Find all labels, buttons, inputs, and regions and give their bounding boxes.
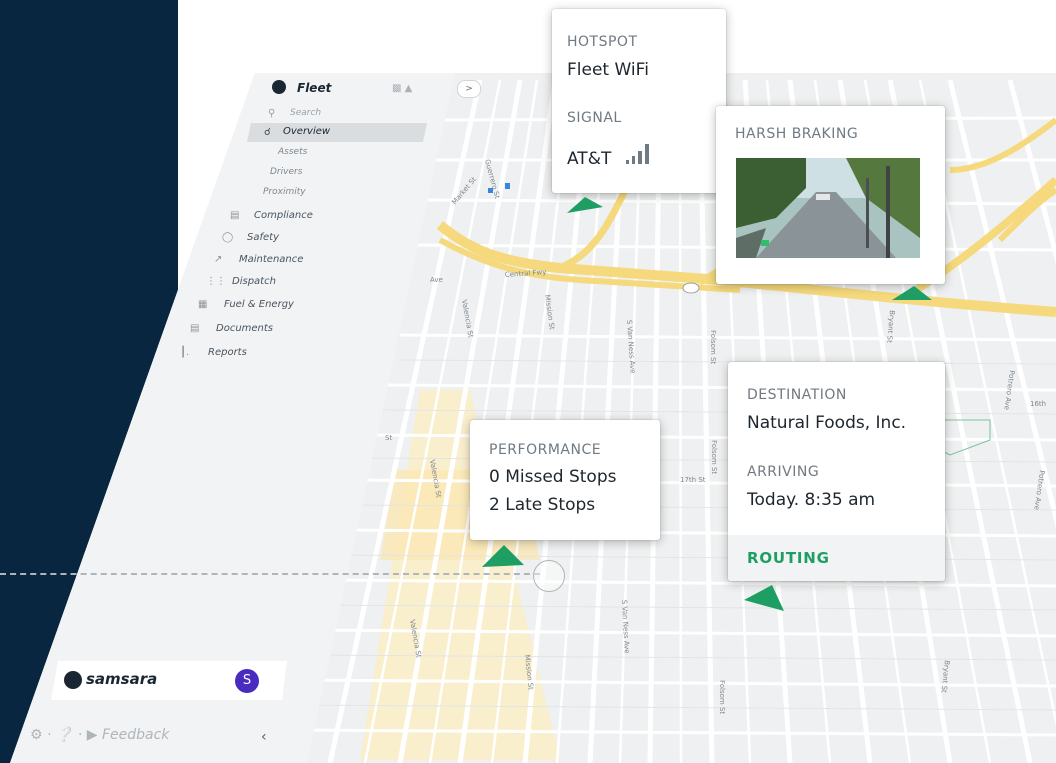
search-icon[interactable]: ⚲ [268,108,275,119]
hotspot-value: Fleet WiFi [567,60,649,80]
svg-text:Folsom St: Folsom St [718,680,726,714]
sidebar-item-overview[interactable]: Overview [283,126,330,137]
search-input[interactable]: Search [290,108,321,118]
destination-label: DESTINATION [747,387,847,403]
vehicle-pin-icon[interactable] [890,284,934,304]
sidebar-item-maintenance[interactable]: Maintenance [239,254,303,265]
vehicle-pin-icon[interactable] [742,583,788,613]
svg-text:Ave: Ave [430,276,443,284]
destination-value: Natural Foods, Inc. [747,413,907,433]
document-icon: ▤ [190,323,200,334]
svg-text:16th: 16th [1030,400,1046,408]
performance-popup[interactable]: PERFORMANCE 0 Missed Stops 2 Late Stops [470,420,660,540]
feedback-link[interactable]: Feedback [102,727,169,743]
connector-line [0,573,540,575]
late-stops-value: 2 Late Stops [489,495,596,515]
harsh-braking-label: HARSH BRAKING [735,126,859,142]
svg-text:Folsom St: Folsom St [710,440,718,474]
arriving-value: Today. 8:35 am [747,490,876,510]
expand-icon[interactable]: > [457,80,481,98]
sidebar-item-documents[interactable]: Documents [216,323,273,334]
sidebar-title: Fleet [297,81,332,95]
hotspot-popup[interactable]: HOTSPOT Fleet WiFi SIGNAL AT&T [552,9,726,193]
location-ring [533,560,565,592]
arriving-label: ARRIVING [747,464,820,480]
samsara-logo-icon [272,80,286,94]
svg-text:17th St: 17th St [680,476,706,484]
performance-label: PERFORMANCE [489,442,602,458]
shield-icon: ◯ [222,232,234,243]
gear-icon[interactable]: ⚙ [30,727,43,743]
wrench-icon: ↗ [214,254,223,265]
svg-text:St: St [385,434,392,442]
samsara-brand-icon [64,671,82,689]
sidebar-item-assets[interactable]: Assets [278,147,307,157]
help-icon[interactable]: ❔ [56,727,73,743]
avatar[interactable]: S [235,669,259,693]
vehicle-pin-icon[interactable] [565,195,605,215]
sidebar-item-drivers[interactable]: Drivers [270,167,302,177]
vehicle-pin-icon[interactable] [480,543,526,569]
signal-label: SIGNAL [567,110,622,126]
signal-bars-icon [626,144,649,164]
sidebar-item-safety[interactable]: Safety [247,232,279,243]
brand-name: samsara [86,670,158,688]
sidebar-item-proximity[interactable]: Proximity [263,187,306,197]
compliance-icon: ▤ [230,210,240,221]
dashcam-image[interactable] [736,158,920,258]
missed-stops-value: 0 Missed Stops [489,467,617,487]
svg-text:Folsom St: Folsom St [709,330,717,364]
fuel-icon: ▦ [198,299,208,310]
chat-bell-icons[interactable]: ▩ ▲ [392,83,412,94]
megaphone-icon[interactable]: ▶ [87,727,98,743]
hotspot-label: HOTSPOT [567,34,638,50]
destination-popup[interactable]: DESTINATION Natural Foods, Inc. ARRIVING… [728,362,945,581]
signal-value: AT&T [567,149,612,169]
sidebar-footer: ⚙ · ❔ · ▶ Feedback [30,727,170,743]
vehicle-icon: ☌ [264,127,271,138]
harsh-braking-popup[interactable]: HARSH BRAKING [716,106,945,284]
routing-button[interactable]: ROUTING [747,549,830,567]
sidebar-item-reports[interactable]: Reports [208,347,247,358]
sidebar-item-fuel-energy[interactable]: Fuel & Energy [224,299,294,310]
dispatch-icon: ⋮⋮ [206,276,226,287]
reports-icon: ┃. [180,347,190,358]
collapse-sidebar-icon[interactable]: ‹ [261,729,267,745]
sidebar-item-compliance[interactable]: Compliance [254,210,313,221]
sidebar-item-dispatch[interactable]: Dispatch [232,276,276,287]
